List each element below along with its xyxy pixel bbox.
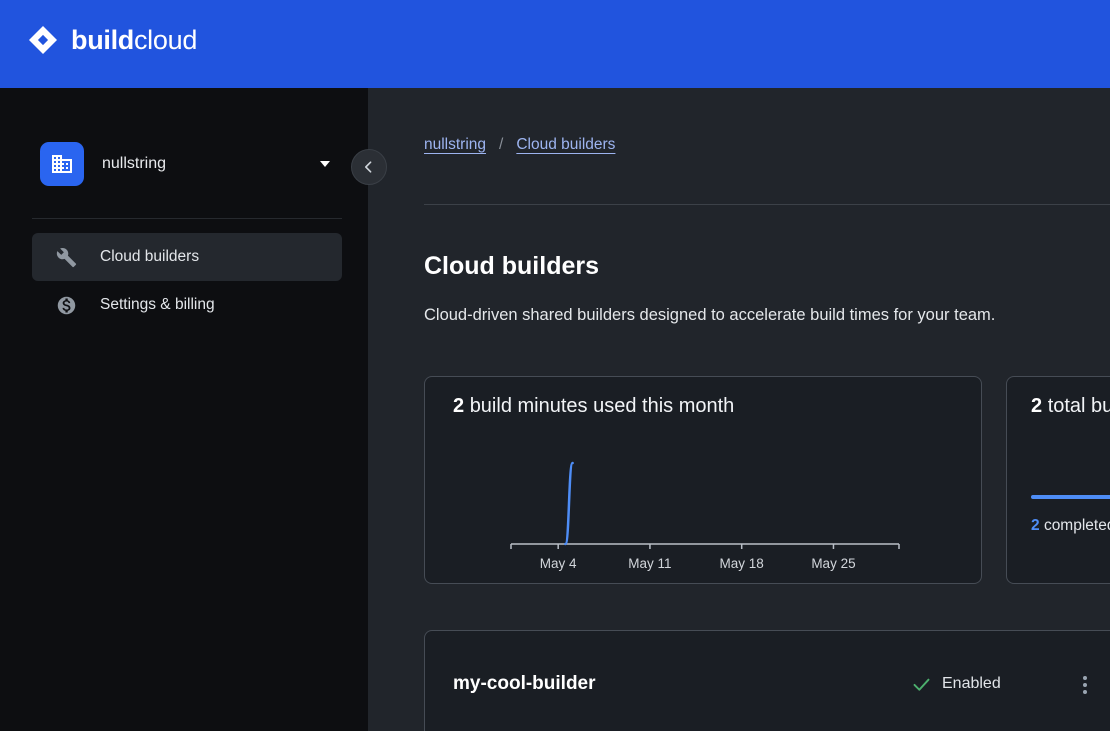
kebab-menu-icon xyxy=(1083,676,1087,680)
builds-progress-bar xyxy=(1031,495,1110,499)
organization-icon xyxy=(40,142,84,186)
sidebar-item-label: Settings & billing xyxy=(100,296,215,314)
breadcrumb-separator: / xyxy=(499,136,503,154)
svg-text:May 4: May 4 xyxy=(540,556,577,571)
svg-text:May 11: May 11 xyxy=(628,556,671,571)
brand-build: build xyxy=(71,25,134,55)
org-selector[interactable]: nullstring xyxy=(40,140,330,188)
brand-text: buildcloud xyxy=(71,25,197,56)
builder-name: my-cool-builder xyxy=(453,671,596,697)
collapse-sidebar-button[interactable] xyxy=(351,149,387,185)
svg-text:May 25: May 25 xyxy=(811,556,855,571)
main-content: nullstring / Cloud builders Cloud builde… xyxy=(368,88,1110,731)
builder-card: my-cool-builder Enabled xyxy=(424,630,1110,731)
breadcrumb: nullstring / Cloud builders xyxy=(424,136,615,154)
completed-value: 2 xyxy=(1031,517,1040,534)
builds-value: 2 xyxy=(1031,395,1042,417)
build-minutes-card: 2 build minutes used this month May 4May… xyxy=(424,376,982,584)
diamond-logo-icon xyxy=(27,24,59,56)
total-builds-card: 2 total builds 2 completed xyxy=(1006,376,1110,584)
sidebar-item-settings-billing[interactable]: Settings & billing xyxy=(32,281,342,329)
org-name: nullstring xyxy=(102,155,166,173)
buildcloud-logo[interactable]: buildcloud xyxy=(27,24,197,56)
dollar-icon xyxy=(56,295,77,316)
header: buildcloud xyxy=(0,0,1110,88)
status-label: Enabled xyxy=(942,672,1001,696)
build-minutes-chart: May 4 May 11 May 18 May 25 xyxy=(425,377,981,583)
svg-text:May 18: May 18 xyxy=(720,556,764,571)
sidebar-nav: Cloud builders Settings & billing xyxy=(32,233,342,329)
completed-builds-text: 2 completed xyxy=(1031,517,1110,535)
status-badge: Enabled xyxy=(911,672,1001,696)
total-builds-card-title: 2 total builds xyxy=(1031,395,1110,418)
completed-label: completed xyxy=(1044,517,1110,534)
breadcrumb-current-link[interactable]: Cloud builders xyxy=(516,136,615,154)
chevron-left-icon xyxy=(361,159,377,175)
sidebar-item-cloud-builders[interactable]: Cloud builders xyxy=(32,233,342,281)
app-window: buildcloud nullstring Cloud builders xyxy=(0,0,1110,731)
sidebar-item-label: Cloud builders xyxy=(100,248,199,266)
builds-label: total builds xyxy=(1048,395,1110,417)
content-divider xyxy=(424,204,1110,205)
check-icon xyxy=(911,674,932,695)
sidebar: nullstring Cloud builders Settings & bil… xyxy=(0,88,368,731)
kebab-menu-button[interactable] xyxy=(1071,671,1099,699)
breadcrumb-org-link[interactable]: nullstring xyxy=(424,136,486,154)
chevron-down-icon xyxy=(320,161,330,167)
wrench-icon xyxy=(56,247,77,268)
page-subtitle: Cloud-driven shared builders designed to… xyxy=(424,306,995,325)
sidebar-divider xyxy=(32,218,342,219)
brand-cloud: cloud xyxy=(134,25,197,55)
page-title: Cloud builders xyxy=(424,252,599,281)
